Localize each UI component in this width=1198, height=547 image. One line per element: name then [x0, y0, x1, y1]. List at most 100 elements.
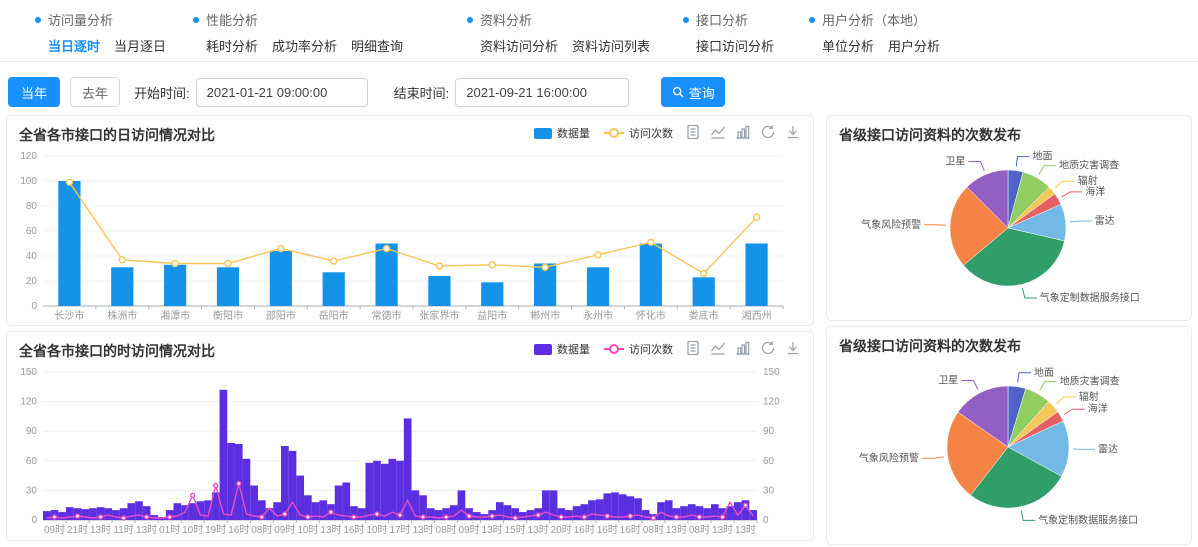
svg-text:衡阳市: 衡阳市	[213, 309, 243, 322]
svg-text:16时: 16时	[597, 524, 618, 536]
nav-group-title: 访问量分析	[35, 10, 167, 29]
svg-text:地面: 地面	[1033, 150, 1053, 163]
svg-text:08时: 08时	[643, 524, 664, 536]
svg-text:08时: 08时	[689, 524, 710, 536]
svg-text:09时: 09时	[274, 524, 295, 536]
province-pie-panel-bottom: 省级接口访问资料的次数发布 地面地质灾害调查辐射海洋雷达气象定制数据服务接口气象…	[826, 326, 1192, 545]
svg-text:常德市: 常德市	[372, 309, 402, 322]
svg-text:张家界市: 张家界市	[419, 309, 459, 322]
svg-text:永州市: 永州市	[583, 309, 613, 322]
nav-group-users: 用户分析（本地） 单位分析 用户分析	[809, 10, 959, 61]
svg-text:16时: 16时	[620, 524, 641, 536]
chart-toolbar	[685, 340, 801, 356]
data-view-icon[interactable]	[685, 124, 701, 140]
nav-item-unit-analysis[interactable]: 单位分析	[822, 36, 874, 55]
svg-text:13时: 13时	[90, 524, 111, 536]
svg-text:湘西州: 湘西州	[742, 309, 772, 322]
svg-text:01时: 01时	[159, 524, 180, 536]
svg-text:气象风险预警: 气象风险预警	[861, 218, 921, 231]
chart-legend: 数据量 访问次数	[534, 341, 673, 357]
restore-icon[interactable]	[760, 124, 776, 140]
svg-text:17时: 17时	[389, 524, 410, 536]
svg-text:郴州市: 郴州市	[530, 309, 560, 322]
bar-swatch-icon	[534, 344, 552, 355]
data-view-icon[interactable]	[685, 340, 701, 356]
svg-text:60: 60	[26, 226, 38, 237]
start-time-input[interactable]	[196, 78, 368, 107]
nav-item-data-access-analysis[interactable]: 资料访问分析	[480, 36, 558, 55]
nav-item-daily-month[interactable]: 当月逐日	[114, 36, 166, 55]
nav-group-title: 资料分析	[467, 10, 657, 29]
daily-access-chart-panel: 全省各市接口的日访问情况对比 数据量 访问次数 020406080100120长…	[6, 115, 814, 326]
svg-text:辐射: 辐射	[1078, 174, 1098, 187]
svg-text:气象定制数据服务接口: 气象定制数据服务接口	[1040, 291, 1140, 304]
svg-text:0: 0	[31, 515, 37, 526]
svg-text:11时: 11时	[113, 524, 133, 536]
svg-text:长沙市: 长沙市	[54, 309, 84, 322]
switch-to-line-icon[interactable]	[710, 340, 726, 356]
nav-group-title: 用户分析（本地）	[809, 10, 959, 29]
hourly-combo-chart[interactable]: 0030306060909012012015015009时21时13时11时13…	[7, 364, 797, 536]
svg-text:雷达: 雷达	[1095, 215, 1115, 227]
legend-item-bar[interactable]: 数据量	[534, 125, 590, 141]
daily-combo-chart[interactable]: 020406080100120长沙市株洲市湘潭市衡阳市邵阳市岳阳市常德市张家界市…	[7, 148, 797, 322]
bullet-icon	[809, 17, 815, 23]
svg-text:邵阳市: 邵阳市	[266, 309, 296, 322]
panel-title: 省级接口访问资料的次数发布	[839, 125, 1179, 145]
legend-item-bar[interactable]: 数据量	[534, 341, 590, 357]
svg-text:40: 40	[26, 251, 38, 262]
filter-bar: 当年 去年 开始时间: 结束时间: 查询	[8, 76, 725, 108]
nav-item-interface-access[interactable]: 接口访问分析	[696, 36, 774, 55]
legend-item-line[interactable]: 访问次数	[604, 341, 673, 357]
svg-text:16时: 16时	[574, 524, 595, 536]
svg-text:卫星: 卫星	[938, 375, 958, 387]
switch-to-bar-icon[interactable]	[735, 340, 751, 356]
province-access-pie-chart[interactable]: 地面地质灾害调查辐射海洋雷达气象定制数据服务接口气象风险预警卫星	[827, 359, 1187, 541]
end-time-input[interactable]	[455, 78, 629, 107]
svg-text:13时: 13时	[412, 524, 433, 536]
line-swatch-icon	[604, 344, 624, 354]
svg-text:20时: 20时	[551, 524, 572, 536]
switch-to-bar-icon[interactable]	[735, 124, 751, 140]
nav-item-success-rate[interactable]: 成功率分析	[272, 36, 337, 55]
svg-text:13时: 13时	[735, 524, 756, 536]
province-access-pie-chart[interactable]: 地面地质灾害调查辐射海洋雷达气象定制数据服务接口气象风险预警卫星	[827, 148, 1187, 316]
nav-item-hourly-today[interactable]: 当日逐时	[48, 36, 100, 55]
svg-text:10时: 10时	[366, 524, 387, 536]
save-image-icon[interactable]	[785, 124, 801, 140]
svg-text:90: 90	[26, 426, 38, 437]
svg-text:卫星: 卫星	[945, 156, 965, 168]
hourly-access-chart-panel: 全省各市接口的时访问情况对比 数据量 访问次数 0030306060909012…	[6, 331, 814, 541]
nav-group-visits: 访问量分析 当日逐时 当月逐日	[35, 10, 167, 61]
legend-item-line[interactable]: 访问次数	[604, 125, 673, 141]
svg-text:80: 80	[26, 201, 38, 212]
switch-to-line-icon[interactable]	[710, 124, 726, 140]
nav-item-user-analysis[interactable]: 用户分析	[888, 36, 940, 55]
svg-text:益阳市: 益阳市	[477, 309, 507, 322]
svg-text:19时: 19时	[205, 524, 226, 536]
svg-text:30: 30	[26, 485, 38, 496]
last-year-button[interactable]: 去年	[70, 77, 120, 107]
svg-text:13时: 13时	[320, 524, 341, 536]
svg-text:09时: 09时	[44, 524, 65, 536]
svg-text:0: 0	[763, 515, 769, 526]
nav-item-time-cost[interactable]: 耗时分析	[206, 36, 258, 55]
save-image-icon[interactable]	[785, 340, 801, 356]
svg-text:岳阳市: 岳阳市	[319, 309, 349, 322]
this-year-button[interactable]: 当年	[8, 77, 60, 107]
svg-text:13时: 13时	[712, 524, 733, 536]
svg-text:13时: 13时	[528, 524, 549, 536]
restore-icon[interactable]	[760, 340, 776, 356]
panel-title: 全省各市接口的日访问情况对比	[19, 125, 801, 145]
svg-text:辐射: 辐射	[1079, 390, 1099, 403]
svg-text:120: 120	[20, 397, 37, 408]
svg-text:90: 90	[763, 426, 775, 437]
nav-item-data-access-list[interactable]: 资料访问列表	[572, 36, 650, 55]
svg-text:60: 60	[763, 456, 775, 467]
search-button[interactable]: 查询	[661, 77, 725, 107]
svg-text:20: 20	[26, 276, 38, 287]
svg-text:60: 60	[26, 456, 38, 467]
nav-item-detail-query[interactable]: 明细查询	[351, 36, 403, 55]
svg-text:16时: 16时	[343, 524, 364, 536]
svg-text:10时: 10时	[297, 524, 318, 536]
